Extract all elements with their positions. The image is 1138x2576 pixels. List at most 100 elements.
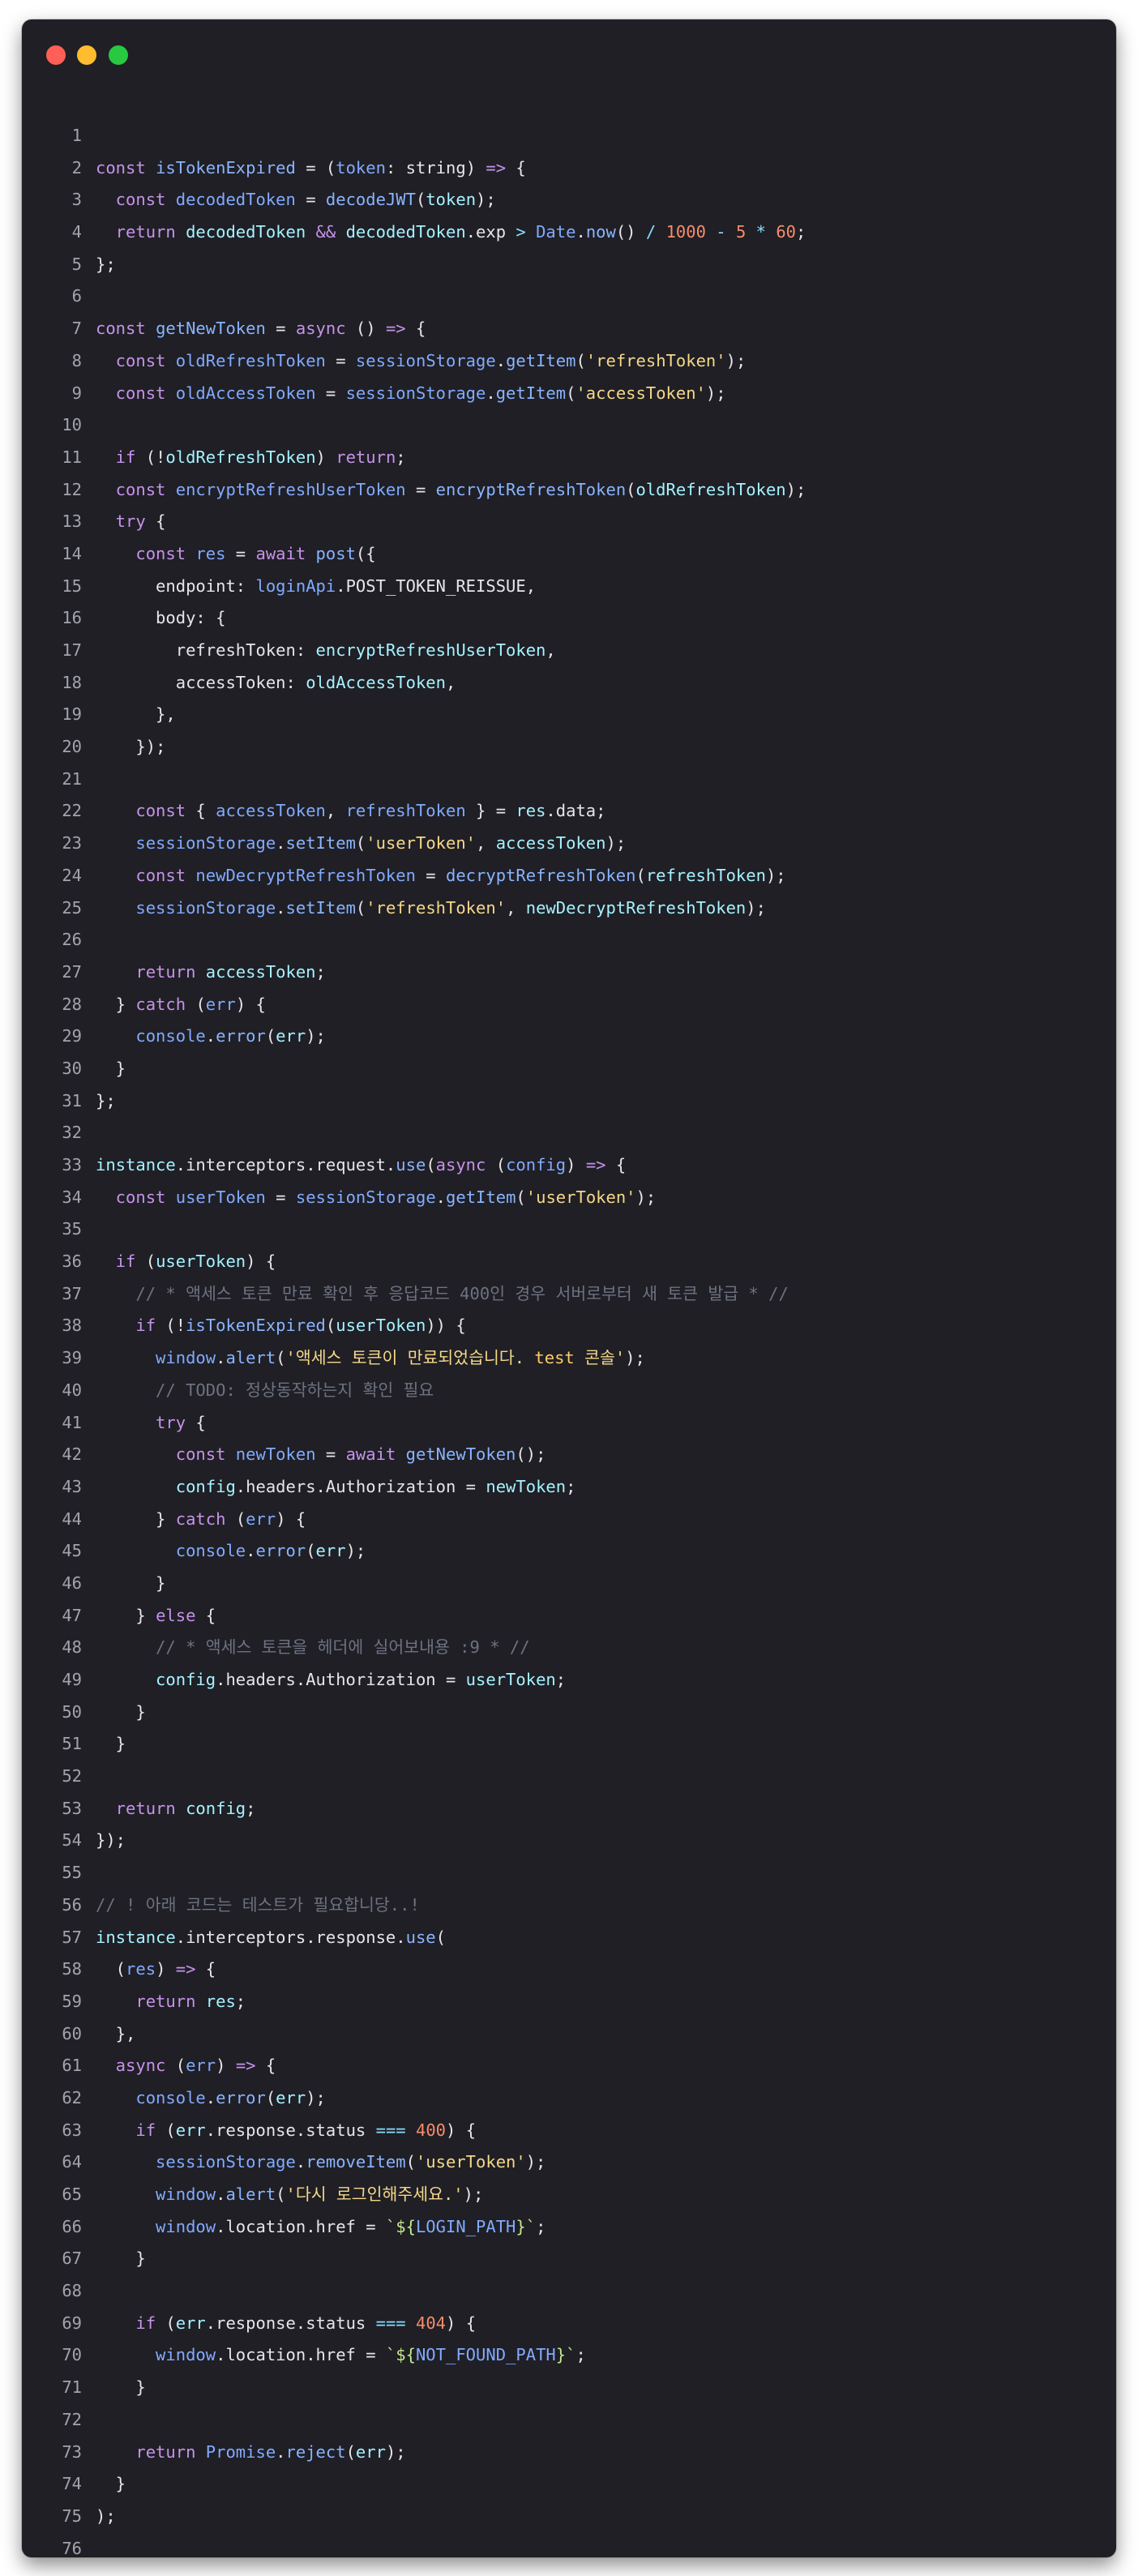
code-text: const newToken = await getNewToken(); — [96, 1439, 546, 1471]
maximize-window-button[interactable] — [109, 45, 128, 65]
code-token: => — [486, 157, 507, 178]
line-number: 14 — [62, 543, 82, 563]
code-line: 66 window.location.href = `${LOGIN_PATH}… — [22, 2211, 1116, 2244]
code-text: } — [96, 1697, 146, 1729]
code-token: newDecryptRefreshToken — [525, 897, 747, 918]
code-token: decodedToken — [345, 222, 466, 242]
code-line: 17 refreshToken: encryptRefreshUserToken… — [22, 635, 1116, 667]
code-token: err — [246, 1508, 276, 1529]
code-token: use — [405, 1927, 436, 1947]
code-token: : — [295, 640, 316, 660]
code-token: 콘솔' — [574, 1348, 626, 1368]
line-number: 41 — [62, 1412, 82, 1432]
code-token: } — [96, 1701, 146, 1722]
line-number: 36 — [62, 1252, 82, 1272]
code-text: refreshToken: encryptRefreshUserToken, — [96, 635, 556, 667]
code-token: removeItem — [306, 2152, 406, 2172]
code-token: ); — [306, 2087, 326, 2107]
code-line: 58 (res) => { — [22, 1953, 1116, 1986]
code-token: ; — [315, 961, 326, 982]
code-token: return — [96, 1991, 206, 2011]
code-token: }; — [96, 254, 116, 274]
code-token: res — [205, 1991, 236, 2011]
code-token: ); — [463, 2184, 484, 2204]
code-text: // ! 아래 코드는 테스트가 필요합니당..! — [96, 1889, 420, 1922]
code-text: return accessToken; — [96, 956, 326, 989]
code-token: ) { — [276, 1508, 306, 1529]
code-token: . — [246, 1541, 256, 1561]
code-token: sessionStorage — [295, 1187, 436, 1207]
code-token: . — [205, 2087, 216, 2107]
code-token: // * 액세스 토큰을 헤더에 실어보내용 :9 * // — [96, 1637, 530, 1658]
code-token: .location.href = — [216, 2345, 386, 2365]
code-line: 40 // TODO: 정상동작하는지 확인 필요 — [22, 1375, 1116, 1407]
code-text: }, — [96, 2018, 136, 2051]
code-token: ); — [385, 2441, 406, 2462]
code-line: 4 return decodedToken && decodedToken.ex… — [22, 216, 1116, 249]
line-number: 30 — [62, 1058, 82, 1078]
code-token: instance — [96, 1155, 176, 1175]
code-token: . — [205, 1026, 216, 1046]
code-token: ); — [705, 383, 726, 403]
code-text: const oldAccessToken = sessionStorage.ge… — [96, 378, 726, 410]
code-token: ) { — [446, 2313, 477, 2333]
minimize-window-button[interactable] — [77, 45, 96, 65]
code-token: ) { — [235, 994, 266, 1014]
code-text: config.headers.Authorization = newToken; — [96, 1471, 576, 1504]
code-token: err — [205, 994, 236, 1014]
code-token: accessToken — [205, 961, 316, 982]
code-text: instance.interceptors.request.use(async … — [96, 1149, 626, 1182]
code-token: ); — [625, 1348, 645, 1368]
code-token: sessionStorage — [96, 2152, 296, 2172]
code-token: } — [96, 1734, 126, 1754]
code-text: config.headers.Authorization = userToken… — [96, 1664, 566, 1697]
code-token: , — [506, 897, 526, 918]
code-token: .location.href = — [216, 2216, 386, 2236]
line-number: 65 — [62, 2184, 82, 2204]
code-token: { — [195, 1412, 206, 1432]
code-text: } — [96, 1728, 126, 1761]
code-window: 1 2 const isTokenExpired = (token: string)… — [22, 19, 1116, 2557]
code-token: ( — [626, 479, 636, 499]
line-number: 54 — [62, 1830, 82, 1851]
code-token: = — [265, 319, 296, 339]
code-token: , — [545, 640, 556, 660]
close-window-button[interactable] — [46, 45, 66, 65]
code-token: isTokenExpired — [156, 157, 296, 178]
line-number: 50 — [62, 1701, 82, 1722]
code-token: ( — [415, 190, 426, 210]
code-line: 10 — [22, 409, 1116, 442]
line-number: 73 — [62, 2441, 82, 2462]
line-number: 45 — [62, 1541, 82, 1561]
code-text: if (!isTokenExpired(userToken)) { — [96, 1310, 465, 1342]
code-token: = — [405, 479, 436, 499]
code-token: loginApi — [255, 576, 336, 596]
code-text: return decodedToken && decodedToken.exp … — [96, 216, 806, 249]
line-number: 71 — [62, 2377, 82, 2398]
code-token: newDecryptRefreshToken — [195, 865, 416, 885]
code-token: accessToken — [216, 801, 326, 821]
code-token: getItem — [495, 383, 567, 403]
code-text: } catch (err) { — [96, 1504, 306, 1536]
code-token: .data; — [545, 801, 606, 821]
code-token: 404 — [415, 2313, 447, 2333]
code-token: ( — [265, 2087, 276, 2107]
code-text: sessionStorage.setItem('refreshToken', n… — [96, 892, 766, 925]
code-token: getItem — [506, 350, 576, 370]
code-line: 43 config.headers.Authorization = newTok… — [22, 1471, 1116, 1504]
code-token: async — [435, 1155, 496, 1175]
code-token: = — [225, 543, 256, 563]
code-token: } — [96, 1058, 126, 1078]
code-token: ( — [276, 1348, 286, 1368]
code-token: const — [96, 801, 196, 821]
code-token: ( — [355, 833, 366, 854]
line-number: 75 — [62, 2505, 82, 2526]
code-token: err — [276, 1026, 306, 1046]
code-token: ; — [566, 1476, 576, 1496]
code-line: 2 const isTokenExpired = (token: string) … — [22, 152, 1116, 185]
code-token: 'refreshToken' — [366, 897, 507, 918]
code-token: try — [96, 1412, 196, 1432]
